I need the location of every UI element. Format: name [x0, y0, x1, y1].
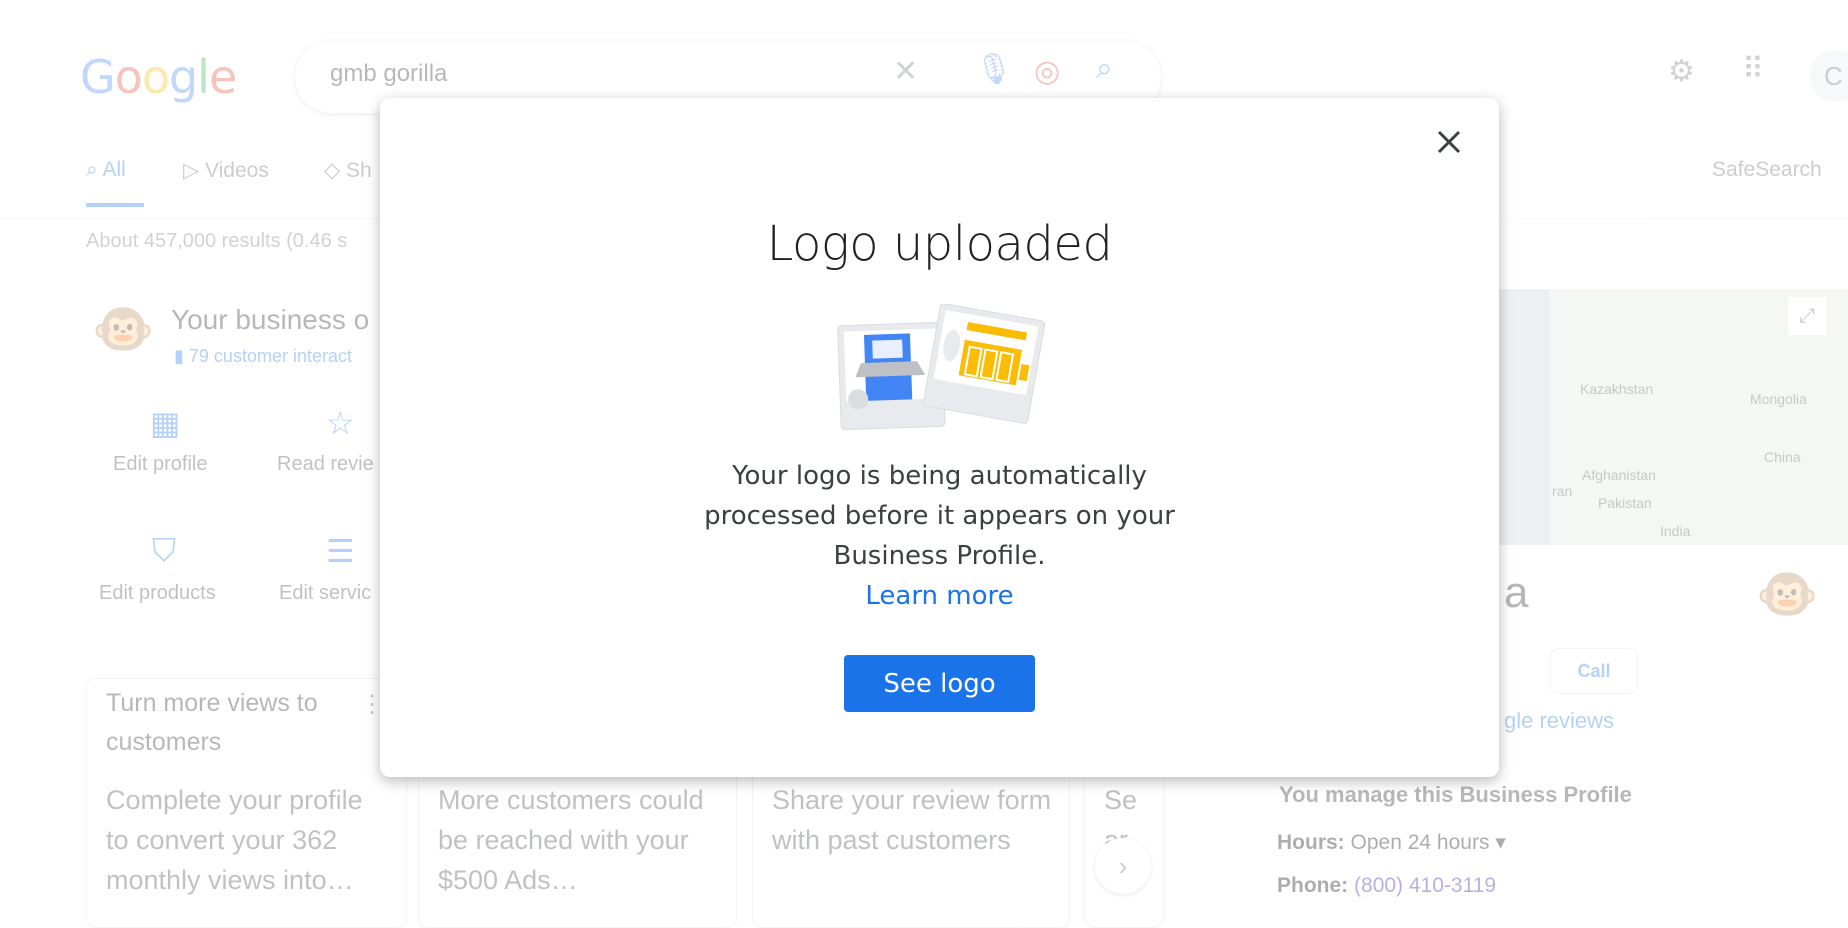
- edit-services-button[interactable]: Edit servic: [279, 582, 371, 605]
- microphone-icon[interactable]: 🎙: [975, 52, 1013, 87]
- card-body: More customers could be reached with you…: [438, 785, 704, 895]
- tab-label: All: [102, 158, 126, 181]
- logo-uploaded-dialog: Logo uploaded Your logo is being automat…: [380, 98, 1499, 777]
- list-icon[interactable]: ☰: [326, 532, 355, 570]
- body-line: processed before it appears on your: [704, 501, 1175, 531]
- tab-videos[interactable]: ▷ Videos: [183, 158, 269, 183]
- apps-grid-icon[interactable]: ⠿: [1742, 52, 1764, 87]
- close-icon[interactable]: ✕: [893, 54, 918, 89]
- active-tab-indicator: [86, 203, 144, 207]
- close-button[interactable]: [1427, 120, 1471, 164]
- close-icon: [1437, 130, 1461, 154]
- phone-row: Phone: (800) 410-3119: [1277, 874, 1496, 898]
- results-stats: About 457,000 results (0.46 s: [86, 230, 348, 252]
- avatar[interactable]: C: [1810, 50, 1848, 102]
- call-button[interactable]: Call: [1550, 648, 1638, 694]
- interactions-link[interactable]: ▮ 79 customer interact: [174, 346, 352, 367]
- search-icon[interactable]: ⌕: [1096, 52, 1113, 86]
- storefront-icon[interactable]: ▦: [150, 404, 180, 442]
- edit-products-button[interactable]: Edit products: [99, 582, 216, 605]
- safesearch-button[interactable]: SafeSearch: [1712, 158, 1822, 182]
- gear-icon[interactable]: ⚙: [1668, 54, 1695, 89]
- business-logo-icon: 🐵: [1756, 566, 1819, 622]
- map-label: Mongolia: [1750, 391, 1807, 407]
- business-photo[interactable]: [1499, 289, 1550, 545]
- expand-icon[interactable]: ⤢: [1788, 297, 1826, 335]
- map-label: Pakistan: [1598, 495, 1652, 511]
- manage-profile-text: You manage this Business Profile: [1279, 782, 1632, 807]
- read-reviews-button[interactable]: Read revie: [277, 453, 374, 476]
- tab-label: Videos: [204, 159, 269, 182]
- tab-shopping[interactable]: ◇ Sh: [324, 158, 372, 183]
- map-label: China: [1764, 449, 1801, 465]
- business-name: a: [1504, 568, 1529, 617]
- learn-more-link[interactable]: Learn more: [380, 576, 1499, 616]
- body-line: Business Profile.: [833, 541, 1046, 571]
- map-label: Afghanistan: [1582, 467, 1656, 483]
- interactions-text: 79 customer interact: [188, 346, 352, 366]
- dialog-body: Your logo is being automatically process…: [380, 456, 1499, 616]
- map[interactable]: Kazakhstan Mongolia China Afghanistan Pa…: [1550, 289, 1848, 545]
- reviews-link[interactable]: gle reviews: [1504, 708, 1614, 734]
- map-label: ran: [1552, 483, 1573, 499]
- card-body: Complete your profile to convert your 36…: [106, 785, 363, 895]
- map-label: India: [1660, 523, 1691, 539]
- see-logo-button[interactable]: See logo: [844, 655, 1035, 712]
- tab-all[interactable]: ⌕ All: [86, 158, 126, 182]
- tab-label: Sh: [345, 159, 372, 182]
- hours-value[interactable]: Open 24 hours: [1351, 831, 1490, 854]
- google-logo[interactable]: Google: [80, 50, 237, 104]
- shopping-bag-icon[interactable]: ⛉: [152, 532, 176, 570]
- hours-label: Hours:: [1277, 831, 1345, 854]
- card-title: Turn more views to customers: [106, 689, 318, 756]
- business-avatar-icon: 🐵: [92, 301, 155, 357]
- logo-upload-illustration: [837, 304, 1046, 431]
- hours-row: Hours: Open 24 hours ▾: [1277, 831, 1506, 854]
- review-star-icon[interactable]: ☆: [326, 404, 355, 442]
- search-input[interactable]: gmb gorilla: [330, 60, 447, 88]
- card-body: Share your review form with past custome…: [772, 785, 1052, 855]
- phone-link[interactable]: (800) 410-3119: [1354, 874, 1496, 897]
- chevron-right-icon[interactable]: ›: [1095, 838, 1151, 894]
- phone-label: Phone:: [1277, 874, 1349, 897]
- map-label: Kazakhstan: [1580, 381, 1654, 397]
- edit-profile-button[interactable]: Edit profile: [113, 453, 208, 476]
- body-line: Your logo is being automatically: [732, 461, 1147, 491]
- lens-icon[interactable]: ◎: [1034, 54, 1060, 89]
- business-title: Your business o: [171, 304, 370, 335]
- dialog-title: Logo uploaded: [766, 216, 1113, 272]
